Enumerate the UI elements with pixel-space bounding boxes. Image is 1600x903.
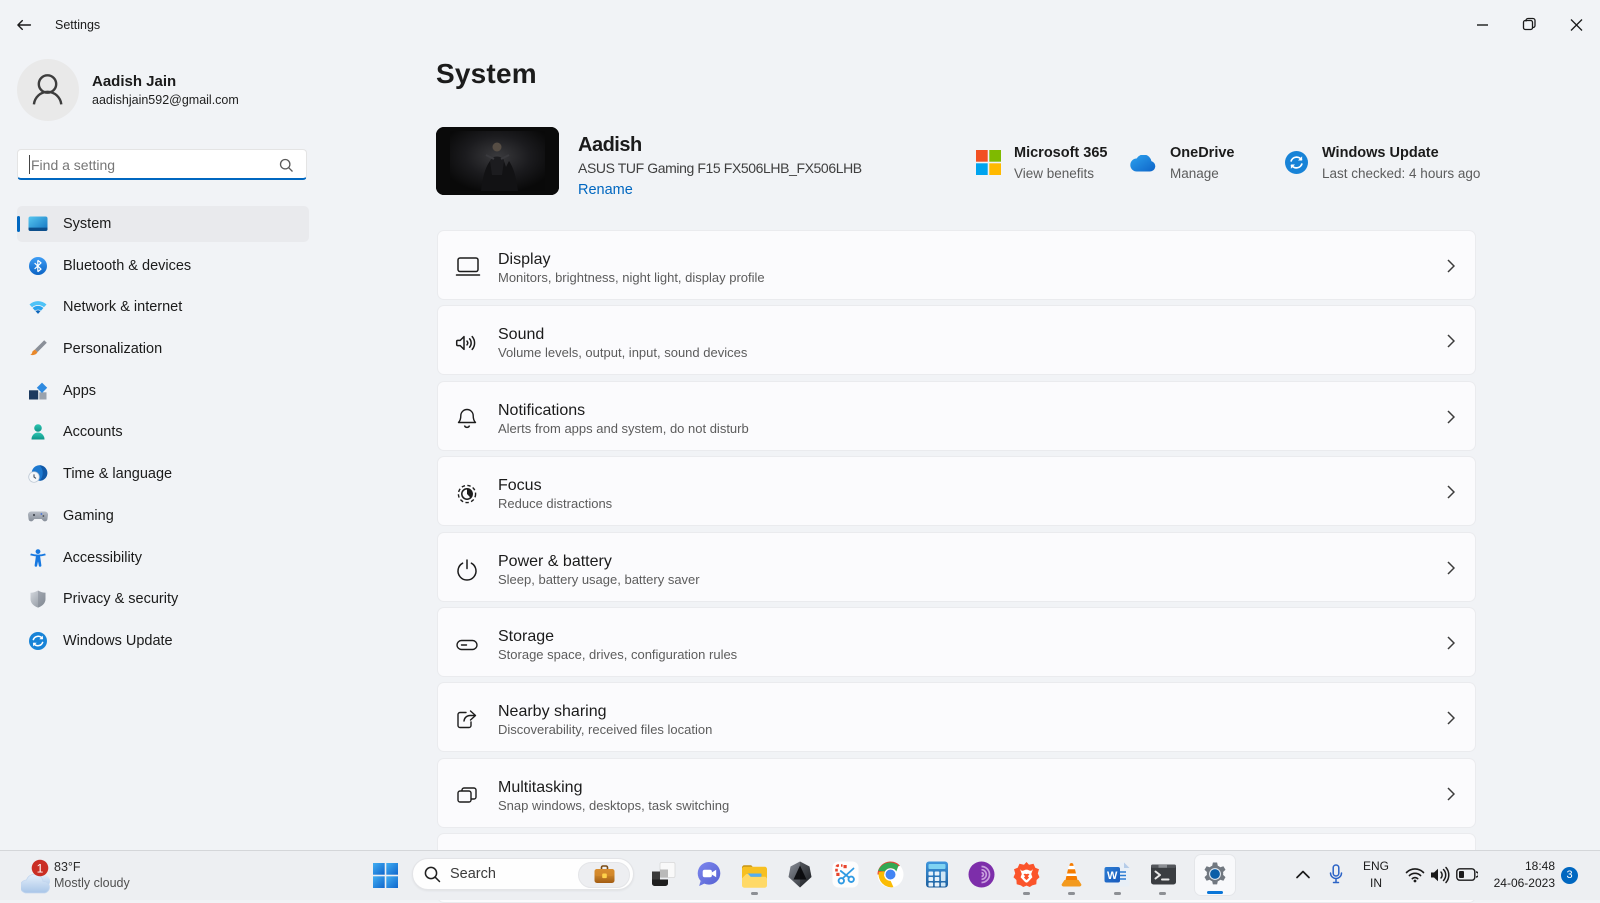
svg-text:W: W bbox=[1107, 870, 1118, 882]
svg-text:1: 1 bbox=[37, 861, 44, 875]
